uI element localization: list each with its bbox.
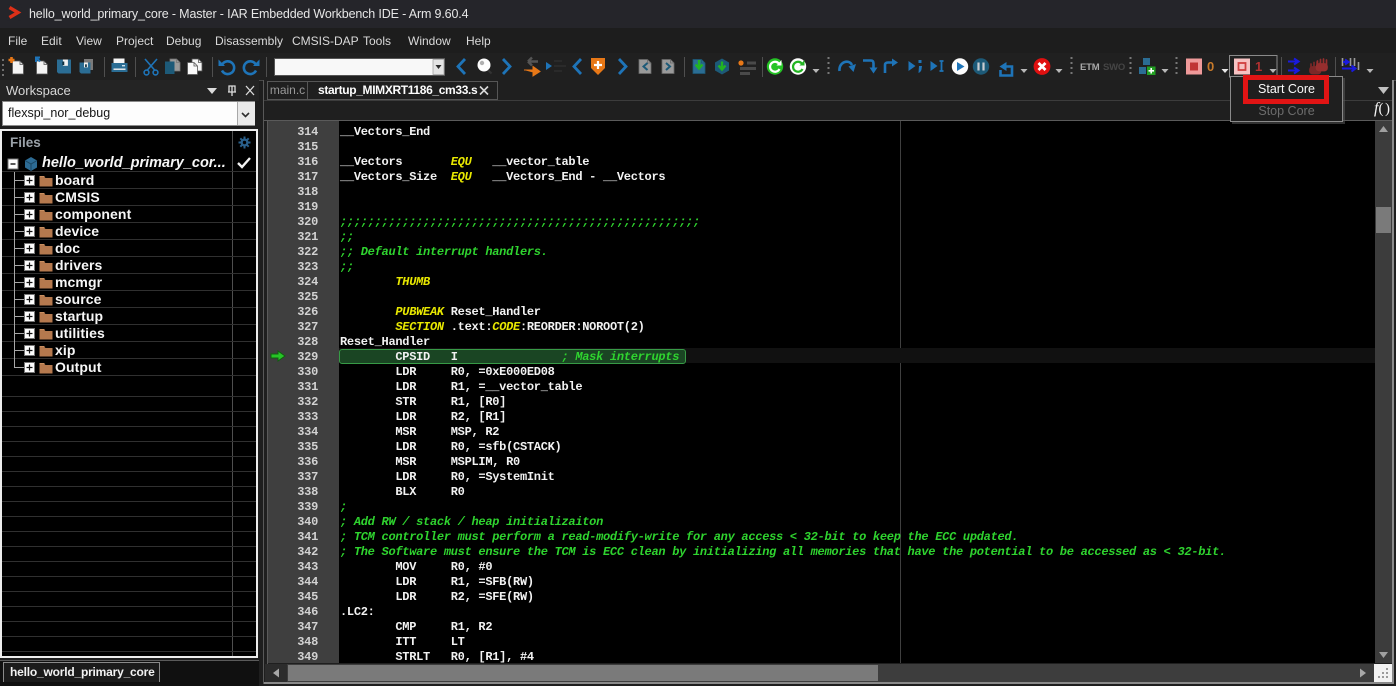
svg-text:1: 1 <box>1255 59 1262 74</box>
svg-text:ETM: ETM <box>1080 62 1100 73</box>
svg-text:SWO: SWO <box>1103 62 1125 73</box>
svg-text:0: 0 <box>1207 59 1214 74</box>
